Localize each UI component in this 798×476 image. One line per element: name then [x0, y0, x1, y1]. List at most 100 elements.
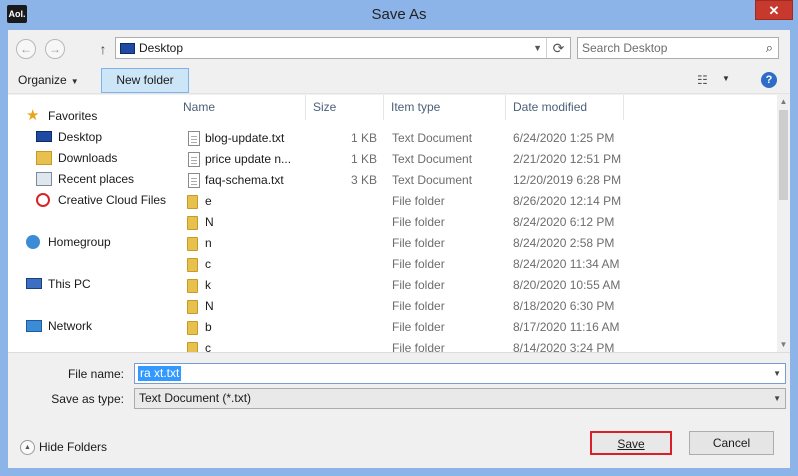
column-header-size[interactable]: Size: [306, 95, 384, 120]
computer-icon: [26, 278, 42, 289]
organize-label: Organize: [18, 73, 67, 87]
file-row[interactable]: price update n... 1 KB Text Document 2/21/2…: [176, 149, 777, 170]
cell-date: 8/18/2020 6:30 PM: [513, 299, 615, 313]
hide-folders-button[interactable]: ▲ Hide Folders: [20, 438, 107, 456]
text-file-icon: [188, 131, 200, 146]
scroll-thumb[interactable]: [779, 110, 788, 200]
cell-size: [306, 212, 377, 233]
star-icon: ★: [26, 107, 40, 124]
cell-type: File folder: [392, 278, 445, 292]
cell-size: [306, 296, 377, 317]
file-list: Name Size Item type Date modified blog-u…: [176, 95, 777, 352]
cell-size: [306, 191, 377, 212]
column-header-type[interactable]: Item type: [384, 95, 506, 120]
redacted-name: [216, 321, 296, 334]
folder-row[interactable]: n File folder 8/24/2020 2:58 PM: [176, 233, 777, 254]
address-bar[interactable]: Desktop ▼ ⟳: [115, 37, 571, 59]
folder-icon: [187, 237, 198, 251]
cell-date: 8/24/2020 6:12 PM: [513, 215, 615, 229]
cell-date: 8/20/2020 10:55 AM: [513, 278, 621, 292]
folder-row[interactable]: c File folder 8/14/2020 3:24 PM: [176, 338, 777, 352]
cell-size: 3 KB: [350, 173, 377, 187]
organize-menu[interactable]: Organize ▼: [18, 70, 79, 90]
folder-row[interactable]: k File folder 8/20/2020 10:55 AM: [176, 275, 777, 296]
search-input[interactable]: [582, 40, 752, 56]
sidebar-item-downloads[interactable]: Downloads: [36, 148, 117, 168]
cell-date: 8/17/2020 11:16 AM: [513, 320, 620, 334]
sidebar-item-desktop[interactable]: Desktop: [36, 127, 102, 147]
redacted-name: [216, 258, 296, 271]
chevron-up-icon: ▲: [20, 440, 35, 456]
downloads-icon: [36, 151, 52, 165]
scroll-down-icon[interactable]: ▼: [777, 338, 790, 352]
cancel-button[interactable]: Cancel: [689, 431, 774, 455]
cell-date: 8/14/2020 3:24 PM: [513, 341, 615, 352]
cell-size: [306, 233, 377, 254]
sidebar-item-creative-cloud[interactable]: Creative Cloud Files: [36, 190, 166, 210]
new-folder-button[interactable]: New folder: [101, 68, 189, 93]
cell-size: 1 KB: [350, 131, 377, 145]
address-location: Desktop: [139, 41, 184, 55]
scroll-up-icon[interactable]: ▲: [777, 95, 790, 109]
folder-row[interactable]: e File folder 8/26/2020 12:14 PM: [176, 191, 777, 212]
folder-icon: [187, 279, 198, 293]
sidebar-item-favorites[interactable]: ★ Favorites: [26, 106, 97, 126]
cell-date: 2/21/2020 12:51 PM: [513, 152, 622, 166]
sidebar-item-homegroup[interactable]: Homegroup: [26, 232, 111, 252]
redacted-name: [216, 216, 296, 229]
folder-row[interactable]: c File folder 8/24/2020 11:34 AM: [176, 254, 777, 275]
navigation-pane: ★ Favorites Desktop Downloads Recent pla…: [8, 95, 172, 352]
forward-button[interactable]: →: [45, 39, 65, 59]
cell-type: File folder: [392, 299, 445, 313]
cell-type: Text Document: [392, 173, 473, 187]
up-button[interactable]: ↑: [96, 39, 110, 59]
column-header-date[interactable]: Date modified: [506, 95, 624, 120]
sidebar-item-label: Network: [48, 319, 93, 333]
redacted-name: [216, 237, 296, 250]
file-row[interactable]: blog-update.txt 1 KB Text Document 6/24/202…: [176, 128, 777, 149]
close-button[interactable]: ✕: [755, 0, 793, 20]
cell-type: File folder: [392, 215, 445, 229]
text-file-icon: [188, 152, 200, 167]
refresh-button[interactable]: ⟳: [546, 38, 570, 58]
sidebar-item-recent-places[interactable]: Recent places: [36, 169, 134, 189]
folder-row[interactable]: b File folder 8/17/2020 11:16 AM: [176, 317, 777, 338]
cell-type: File folder: [392, 341, 445, 352]
folder-icon: [187, 195, 198, 209]
chevron-down-icon[interactable]: ▼: [773, 364, 781, 383]
vertical-scrollbar[interactable]: ▲ ▼: [777, 95, 790, 352]
cell-size: [306, 317, 377, 338]
creative-cloud-icon: [36, 193, 50, 207]
folder-row[interactable]: N File folder 8/24/2020 6:12 PM: [176, 212, 777, 233]
cell-type: File folder: [392, 320, 445, 334]
sidebar-item-network[interactable]: Network: [26, 316, 92, 336]
cell-date: 8/26/2020 12:14 PM: [513, 194, 622, 208]
save-as-type-select[interactable]: Text Document (*.txt) ▼: [134, 388, 786, 409]
sidebar-item-label: Recent places: [58, 172, 135, 186]
homegroup-icon: [26, 235, 40, 249]
save-as-type-value: Text Document (*.txt): [139, 391, 252, 405]
folder-row[interactable]: N File folder 8/18/2020 6:30 PM: [176, 296, 777, 317]
chevron-down-icon[interactable]: ▼: [722, 74, 730, 83]
folder-icon: [187, 321, 198, 335]
save-button[interactable]: Save: [590, 431, 672, 455]
file-name-value: ra xt.txt: [138, 366, 182, 381]
cell-name: price update n...: [205, 152, 292, 166]
sidebar-item-this-pc[interactable]: This PC: [26, 274, 91, 294]
search-icon[interactable]: ⌕: [766, 40, 773, 56]
column-header-name[interactable]: Name: [176, 95, 306, 120]
dialog-body: ← → ↑ Desktop ▼ ⟳ ⌕ Organize▼ New folder…: [8, 30, 790, 468]
redacted-name: [216, 195, 296, 208]
save-as-dialog: Aol. Save As ✕ ← → ↑ Desktop ▼ ⟳ ⌕ Organ…: [0, 0, 798, 476]
cell-date: 12/20/2019 6:28 PM: [513, 173, 622, 187]
desktop-icon: [36, 131, 52, 142]
view-options-icon[interactable]: ☷: [697, 73, 708, 87]
search-box[interactable]: ⌕: [577, 37, 779, 59]
recent-places-icon: [36, 172, 52, 186]
help-icon[interactable]: ?: [761, 72, 777, 88]
back-button[interactable]: ←: [16, 39, 36, 59]
cell-size: [306, 338, 377, 352]
file-row[interactable]: faq-schema.txt 3 KB Text Document 12/20/201…: [176, 170, 777, 191]
chevron-down-icon[interactable]: ▼: [533, 38, 542, 58]
file-name-field[interactable]: ra xt.txt ▼: [134, 363, 786, 384]
